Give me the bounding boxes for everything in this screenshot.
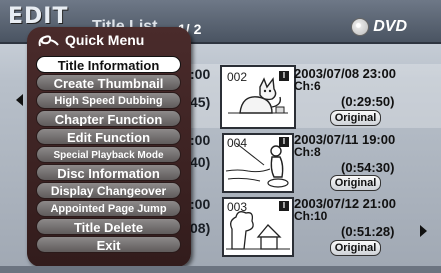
- menu-item-high-speed-dubbing[interactable]: High Speed Dubbing: [36, 92, 181, 109]
- fishing-illustration: [225, 142, 289, 188]
- time-fragment: :00: [190, 132, 211, 148]
- quick-menu: Quick Menu Title Information Create Thumb…: [27, 27, 191, 267]
- title-list-screen: EDIT Title List 1/ 2 DVD :00 45) 002 I 2…: [0, 0, 441, 273]
- channel-label: Ch:10: [294, 209, 328, 223]
- duration-label: (0:29:50): [341, 94, 395, 109]
- duration-fragment: 08): [190, 220, 211, 236]
- title-thumbnail[interactable]: 004 I: [222, 133, 294, 193]
- menu-item-edit-function[interactable]: Edit Function: [36, 128, 181, 145]
- title-thumbnail[interactable]: 003 I: [222, 197, 294, 257]
- original-badge: Original: [330, 240, 381, 256]
- menu-item-title-information[interactable]: Title Information: [36, 56, 181, 73]
- duration-label: (0:51:28): [341, 224, 395, 239]
- menu-item-special-playback-mode[interactable]: Special Playback Mode: [36, 146, 181, 163]
- quick-menu-icon: [38, 35, 59, 47]
- title-thumbnail[interactable]: 002 I: [222, 67, 294, 127]
- channel-label: Ch:6: [294, 79, 321, 93]
- duration-fragment: 45): [190, 94, 211, 110]
- quick-menu-header: Quick Menu: [37, 31, 144, 49]
- duration-label: (0:54:30): [341, 160, 395, 175]
- edit-logo: EDIT: [8, 4, 69, 29]
- menu-item-disc-information[interactable]: Disc Information: [36, 164, 181, 181]
- previous-page-arrow-icon[interactable]: [16, 94, 23, 106]
- quick-menu-title: Quick Menu: [65, 32, 145, 48]
- disc-type-label: DVD: [373, 18, 407, 35]
- menu-item-create-thumbnail[interactable]: Create Thumbnail: [36, 74, 181, 91]
- menu-item-appointed-page-jump[interactable]: Appointed Page Jump: [36, 200, 181, 217]
- disc-icon: [351, 18, 370, 36]
- cat-illustration: [228, 77, 288, 114]
- original-badge: Original: [330, 110, 381, 126]
- dvd-logo: DVD: [351, 18, 407, 36]
- next-page-arrow-icon[interactable]: [420, 225, 427, 237]
- time-fragment: :00: [190, 196, 211, 212]
- menu-item-chapter-function[interactable]: Chapter Function: [36, 110, 181, 127]
- menu-item-title-delete[interactable]: Title Delete: [36, 218, 181, 235]
- duration-fragment: 40): [190, 154, 211, 170]
- time-fragment: :00: [190, 66, 211, 82]
- original-badge: Original: [330, 175, 381, 191]
- bottom-strip: [0, 266, 441, 273]
- channel-label: Ch:8: [294, 145, 321, 159]
- menu-item-exit[interactable]: Exit: [36, 236, 181, 253]
- tree-house-illustration: [226, 211, 290, 250]
- menu-item-display-changeover[interactable]: Display Changeover: [36, 182, 181, 199]
